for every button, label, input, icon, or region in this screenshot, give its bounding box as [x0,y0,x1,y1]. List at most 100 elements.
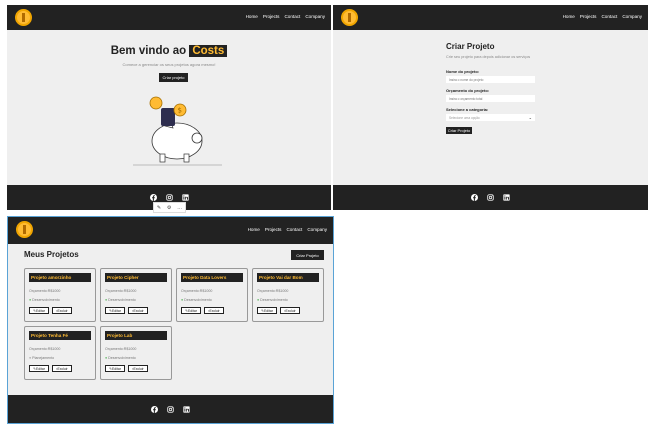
piggy-bank-illustration: $ [133,96,222,166]
edit-project-button[interactable]: ✎ Editar [105,307,125,314]
logo-coin-icon[interactable] [341,9,358,26]
chevron-down-icon: ⌄ [528,115,532,120]
project-card-budget: Orçamento:R$1000 [181,289,212,293]
delete-label: Excluir [133,366,144,371]
delete-project-button[interactable]: ▪ Excluir [52,365,72,372]
page-title: Meus Projetos [24,250,79,259]
delete-label: Excluir [57,308,68,313]
nav-link-home[interactable]: Home [563,14,575,19]
nav-link-projects[interactable]: Projects [263,14,280,19]
category-dot-icon: ● [105,356,108,360]
project-card-budget: Orçamento:R$1000 [257,289,288,293]
category-label: Desenvolvimento [260,298,288,302]
category-label: Planejamento [32,356,55,360]
nav-link-projects[interactable]: Projects [580,14,597,19]
project-card: Projeto Cipher Orçamento:R$1000 ● Desenv… [100,268,172,322]
project-card-title: Projeto Vai dar Bom [257,273,319,282]
nav-link-home[interactable]: Home [248,227,260,232]
projects-page-screenshot: Home Projects Contact Company Meus Proje… [7,216,334,424]
budget-value: R$1000 [47,347,61,351]
project-card: Projeto Lab Orçamento:R$1000 ● Desenvolv… [100,326,172,380]
budget-prefix: Orçamento: [105,289,124,293]
category-label: Desenvolvimento [108,356,136,360]
project-card-title: Projeto Lab [105,331,167,340]
create-project-button[interactable]: Criar projeto [159,73,188,82]
instagram-icon[interactable] [487,194,494,201]
nav-links: Home Projects Contact Company [563,14,642,19]
linkedin-icon[interactable] [181,194,189,201]
facebook-icon[interactable] [151,405,158,413]
project-card-actions: ✎ Editar ▪ Excluir [29,307,72,314]
nav-links: Home Projects Contact Company [248,227,327,232]
budget-value: R$1000 [199,289,213,293]
nav-link-company[interactable]: Company [305,14,325,19]
edit-project-button[interactable]: ✎ Editar [105,365,125,372]
instagram-icon[interactable] [165,194,173,201]
delete-project-button[interactable]: ▪ Excluir [280,307,300,314]
project-card-category: ● Desenvolvimento [105,356,136,360]
project-card: Projeto Vai dar Bom Orçamento:R$1000 ● D… [252,268,324,322]
linkedin-icon[interactable] [183,405,190,413]
project-card: Projeto Data Lovers Orçamento:R$1000 ● D… [176,268,248,322]
edit-label: Editar [111,366,121,371]
project-budget-input[interactable] [446,95,535,102]
home-title-prefix: Bem vindo ao [110,45,187,57]
delete-project-button[interactable]: ▪ Excluir [52,307,72,314]
instagram-icon[interactable] [167,405,174,413]
budget-value: R$1000 [275,289,289,293]
category-selected-value: Selecione uma opção [449,115,480,120]
project-name-input[interactable] [446,76,535,83]
delete-project-button[interactable]: ▪ Excluir [128,307,148,314]
nav-link-contact[interactable]: Contact [601,14,617,19]
category-dot-icon: ● [105,298,108,302]
linkedin-icon[interactable] [503,194,510,201]
nav-link-home[interactable]: Home [246,14,258,19]
create-project-button[interactable]: Criar Projeto [291,250,324,260]
project-card-category: ● Desenvolvimento [257,298,288,302]
facebook-icon[interactable] [149,194,157,201]
category-dot-icon: ● [181,298,184,302]
pencil-icon[interactable]: ✎ [157,205,161,211]
nav-link-company[interactable]: Company [307,227,327,232]
project-card-category: ● Desenvolvimento [29,298,60,302]
submit-create-project-button[interactable]: Criar Projeto [446,127,472,134]
category-label: Desenvolvimento [108,298,136,302]
svg-text:$: $ [178,107,182,115]
nav-link-company[interactable]: Company [622,14,642,19]
project-budget-label: Orçamento do projeto: [446,88,490,93]
project-card-actions: ✎ Editar ▪ Excluir [257,307,300,314]
edit-label: Editar [35,308,45,313]
edit-label: Editar [187,308,197,313]
project-card-budget: Orçamento:R$1000 [105,347,136,351]
project-card-category: ● Desenvolvimento [181,298,212,302]
nav-link-contact[interactable]: Contact [286,227,302,232]
edit-project-button[interactable]: ✎ Editar [257,307,277,314]
nav-link-contact[interactable]: Contact [284,14,300,19]
nav-link-projects[interactable]: Projects [265,227,282,232]
facebook-icon[interactable] [471,194,478,201]
footer [333,185,648,210]
gear-icon[interactable]: ⚙ [167,205,171,211]
delete-label: Excluir [285,308,296,313]
edit-project-button[interactable]: ✎ Editar [29,365,49,372]
edit-project-button[interactable]: ✎ Editar [181,307,201,314]
budget-prefix: Orçamento: [29,289,48,293]
more-icon[interactable]: … [177,205,182,211]
delete-project-button[interactable]: ▪ Excluir [204,307,224,314]
logo-coin-icon[interactable] [16,221,33,238]
project-card-title: Projeto amorzinho [29,273,91,282]
create-project-screenshot: Home Projects Contact Company Criar Proj… [333,5,648,210]
logo-coin-icon[interactable] [15,9,32,26]
footer [8,395,333,423]
project-category-select[interactable]: Selecione uma opção ⌄ [446,114,535,121]
budget-prefix: Orçamento: [105,347,124,351]
project-card-title: Projeto Data Lovers [181,273,243,282]
home-subtitle: Comece a gerenciar os seus projetos agor… [122,62,216,67]
edit-project-button[interactable]: ✎ Editar [29,307,49,314]
home-page-screenshot: Home Projects Contact Company Bem vindo … [7,5,331,210]
project-card-title: Projeto Tenha Fé [29,331,91,340]
navbar: Home Projects Contact Company [8,217,333,244]
delete-project-button[interactable]: ▪ Excluir [128,365,148,372]
category-label: Desenvolvimento [184,298,212,302]
delete-label: Excluir [209,308,220,313]
